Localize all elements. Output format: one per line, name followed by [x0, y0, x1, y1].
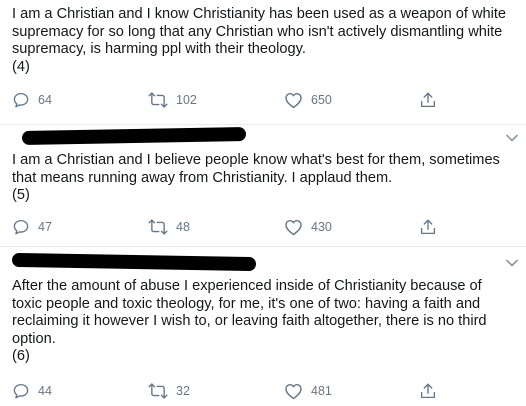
like-button[interactable]: 430	[284, 216, 332, 238]
reply-icon	[13, 383, 29, 399]
tweet-1: I am a Christian and I know Christianity…	[0, 0, 526, 124]
tweet-actions: 64 102 650	[0, 89, 526, 111]
reply-icon	[13, 92, 29, 108]
heart-icon	[285, 383, 302, 400]
retweet-count: 48	[176, 220, 190, 234]
share-button[interactable]	[419, 89, 437, 111]
retweet-icon	[148, 92, 168, 108]
tweet-actions: 44 32 481	[0, 380, 526, 402]
retweet-button[interactable]: 32	[148, 380, 190, 402]
tweet-text: After the amount of abuse I experienced …	[12, 278, 517, 366]
tweet-text: I am a Christian and I believe people kn…	[12, 152, 517, 205]
share-icon	[420, 92, 436, 108]
retweet-button[interactable]: 102	[148, 89, 197, 111]
retweet-count: 102	[176, 93, 197, 107]
like-count: 650	[311, 93, 332, 107]
tweet-text-line: supremacy for so long that any Christian…	[12, 23, 503, 40]
tweet-text-line: that means running away from Christianit…	[12, 169, 393, 186]
share-icon	[420, 219, 436, 235]
redacted-username	[21, 127, 247, 145]
heart-icon	[285, 219, 302, 236]
tweet-number: (4)	[12, 58, 30, 75]
tweet-text-line: option.	[12, 330, 56, 347]
like-count: 481	[311, 384, 332, 398]
tweet-3: After the amount of abuse I experienced …	[0, 247, 526, 406]
reply-button[interactable]: 44	[12, 380, 52, 402]
share-icon	[420, 383, 436, 399]
tweet-number: (5)	[12, 187, 30, 203]
redacted-username	[11, 252, 257, 272]
tweet-text-line: toxic people and toxic theology, for me,…	[12, 295, 481, 312]
retweet-icon	[148, 219, 168, 235]
share-button[interactable]	[419, 380, 437, 402]
share-button[interactable]	[419, 216, 437, 238]
like-button[interactable]: 650	[284, 89, 332, 111]
tweet-actions: 47 48 430	[0, 216, 526, 238]
reply-count: 64	[38, 93, 52, 107]
tweet-text-line: I am a Christian and I believe people kn…	[12, 152, 500, 168]
heart-icon	[285, 92, 302, 109]
like-count: 430	[311, 220, 332, 234]
tweet-text-line: reclaiming it however I wish to, or leav…	[12, 313, 487, 329]
reply-count: 44	[38, 384, 52, 398]
chevron-down-icon[interactable]	[506, 259, 518, 267]
tweet-text-line: After the amount of abuse I experienced …	[12, 278, 482, 294]
reply-icon	[13, 219, 29, 235]
retweet-button[interactable]: 48	[148, 216, 190, 238]
retweet-icon	[148, 383, 168, 399]
like-button[interactable]: 481	[284, 380, 332, 402]
reply-count: 47	[38, 220, 52, 234]
tweet-number: (6)	[12, 348, 30, 364]
tweet-text-line: supremacy, is harming ppl with their the…	[12, 41, 306, 57]
tweet-text: I am a Christian and I know Christianity…	[12, 6, 517, 76]
retweet-count: 32	[176, 384, 190, 398]
tweet-2: I am a Christian and I believe people kn…	[0, 125, 526, 246]
tweet-text-line: I am a Christian and I know Christianity…	[12, 6, 507, 22]
reply-button[interactable]: 64	[12, 89, 52, 111]
reply-button[interactable]: 47	[12, 216, 52, 238]
chevron-down-icon[interactable]	[506, 134, 518, 142]
